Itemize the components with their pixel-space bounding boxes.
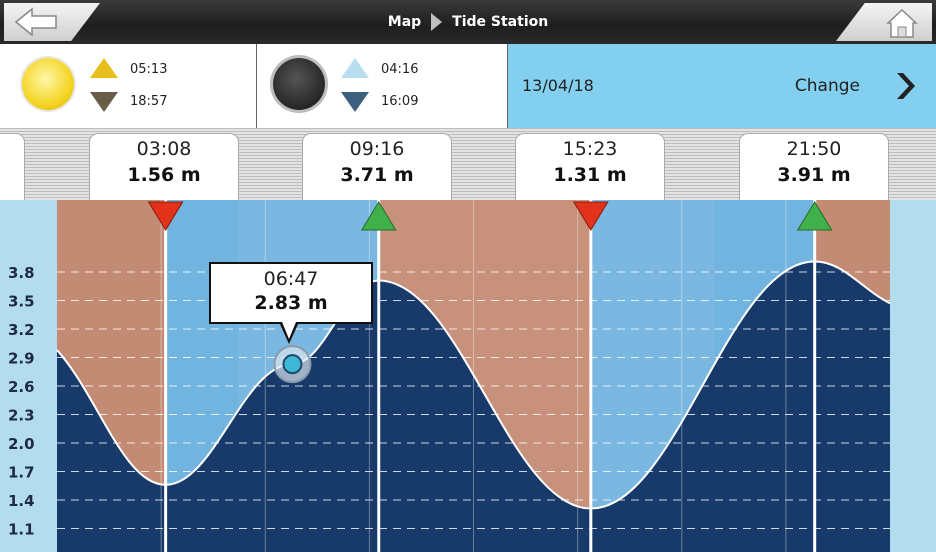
tide-time: 03:08 [136, 138, 192, 160]
tide-events-bar: 03:08 1.56 m 09:16 3.71 m 15:23 1.31 m 2… [0, 128, 936, 200]
chevron-right-icon [897, 73, 915, 99]
breadcrumb: Map Tide Station [0, 0, 936, 44]
y-axis-tick-label: 3.2 [8, 321, 35, 339]
current-date: 13/04/18 [522, 76, 594, 95]
y-axis-tick-label: 2.9 [8, 350, 35, 368]
chevron-right-icon [431, 13, 443, 31]
tide-event-tab[interactable]: 03:08 1.56 m [90, 134, 238, 200]
moonrise-time: 04:16 [381, 62, 419, 77]
breadcrumb-map[interactable]: Map [388, 14, 421, 30]
y-axis-tick-label: 3.8 [8, 264, 35, 282]
tide-chart[interactable]: 3.8 3.5 3.2 2.9 2.6 2.3 2.0 1.7 1.4 1.1 [0, 200, 936, 552]
sun-icon [22, 58, 74, 110]
y-axis-tick-label: 2.6 [8, 378, 35, 396]
tide-time: 15:23 [562, 138, 618, 160]
date-change-button[interactable]: 13/04/18 Change [508, 44, 936, 128]
tide-height: 1.31 m [553, 164, 627, 186]
y-axis-tick-label: 2.0 [8, 435, 35, 453]
sunset-icon [90, 92, 118, 112]
y-axis-tick-label: 2.3 [8, 407, 35, 425]
tide-event-tab[interactable]: 15:23 1.31 m [516, 134, 664, 200]
tide-time: 09:16 [349, 138, 405, 160]
tide-height: 1.56 m [127, 164, 201, 186]
breadcrumb-tide-station: Tide Station [452, 14, 549, 30]
tooltip-tail-fill [282, 322, 296, 339]
cursor-height: 2.83 m [254, 292, 328, 314]
home-icon [886, 8, 918, 38]
sun-panel: 05:13 18:57 [6, 44, 257, 128]
cursor-point [282, 354, 303, 375]
y-axis-tick-label: 3.5 [8, 293, 35, 311]
sunrise-icon [90, 58, 118, 78]
tide-event-tab[interactable]: 09:16 3.71 m [303, 134, 451, 200]
cursor-time: 06:47 [263, 268, 319, 290]
sunset-time: 18:57 [130, 94, 168, 109]
celestial-info-bar: 05:13 18:57 04:16 16:09 13/04/18 Change [0, 44, 936, 129]
moon-panel: 04:16 16:09 [257, 44, 508, 128]
sunrise-time: 05:13 [130, 62, 168, 77]
y-axis-tick-label: 1.4 [8, 492, 35, 510]
moonrise-icon [341, 58, 369, 78]
moon-icon [273, 58, 325, 110]
tide-event-tab[interactable]: 21:50 3.91 m [740, 134, 888, 200]
change-label: Change [794, 76, 860, 96]
moonset-icon [341, 92, 369, 112]
cursor-tooltip: 06:47 2.83 m [209, 262, 373, 324]
tide-time: 21:50 [786, 138, 842, 160]
y-axis-tick-label: 1.1 [8, 521, 35, 539]
top-navigation-bar: Map Tide Station [0, 0, 936, 44]
tide-height: 3.91 m [777, 164, 851, 186]
y-axis-tick-label: 1.7 [8, 464, 35, 482]
tide-height: 3.71 m [340, 164, 414, 186]
previous-tide-tab[interactable] [0, 134, 24, 200]
moonset-time: 16:09 [381, 94, 419, 109]
